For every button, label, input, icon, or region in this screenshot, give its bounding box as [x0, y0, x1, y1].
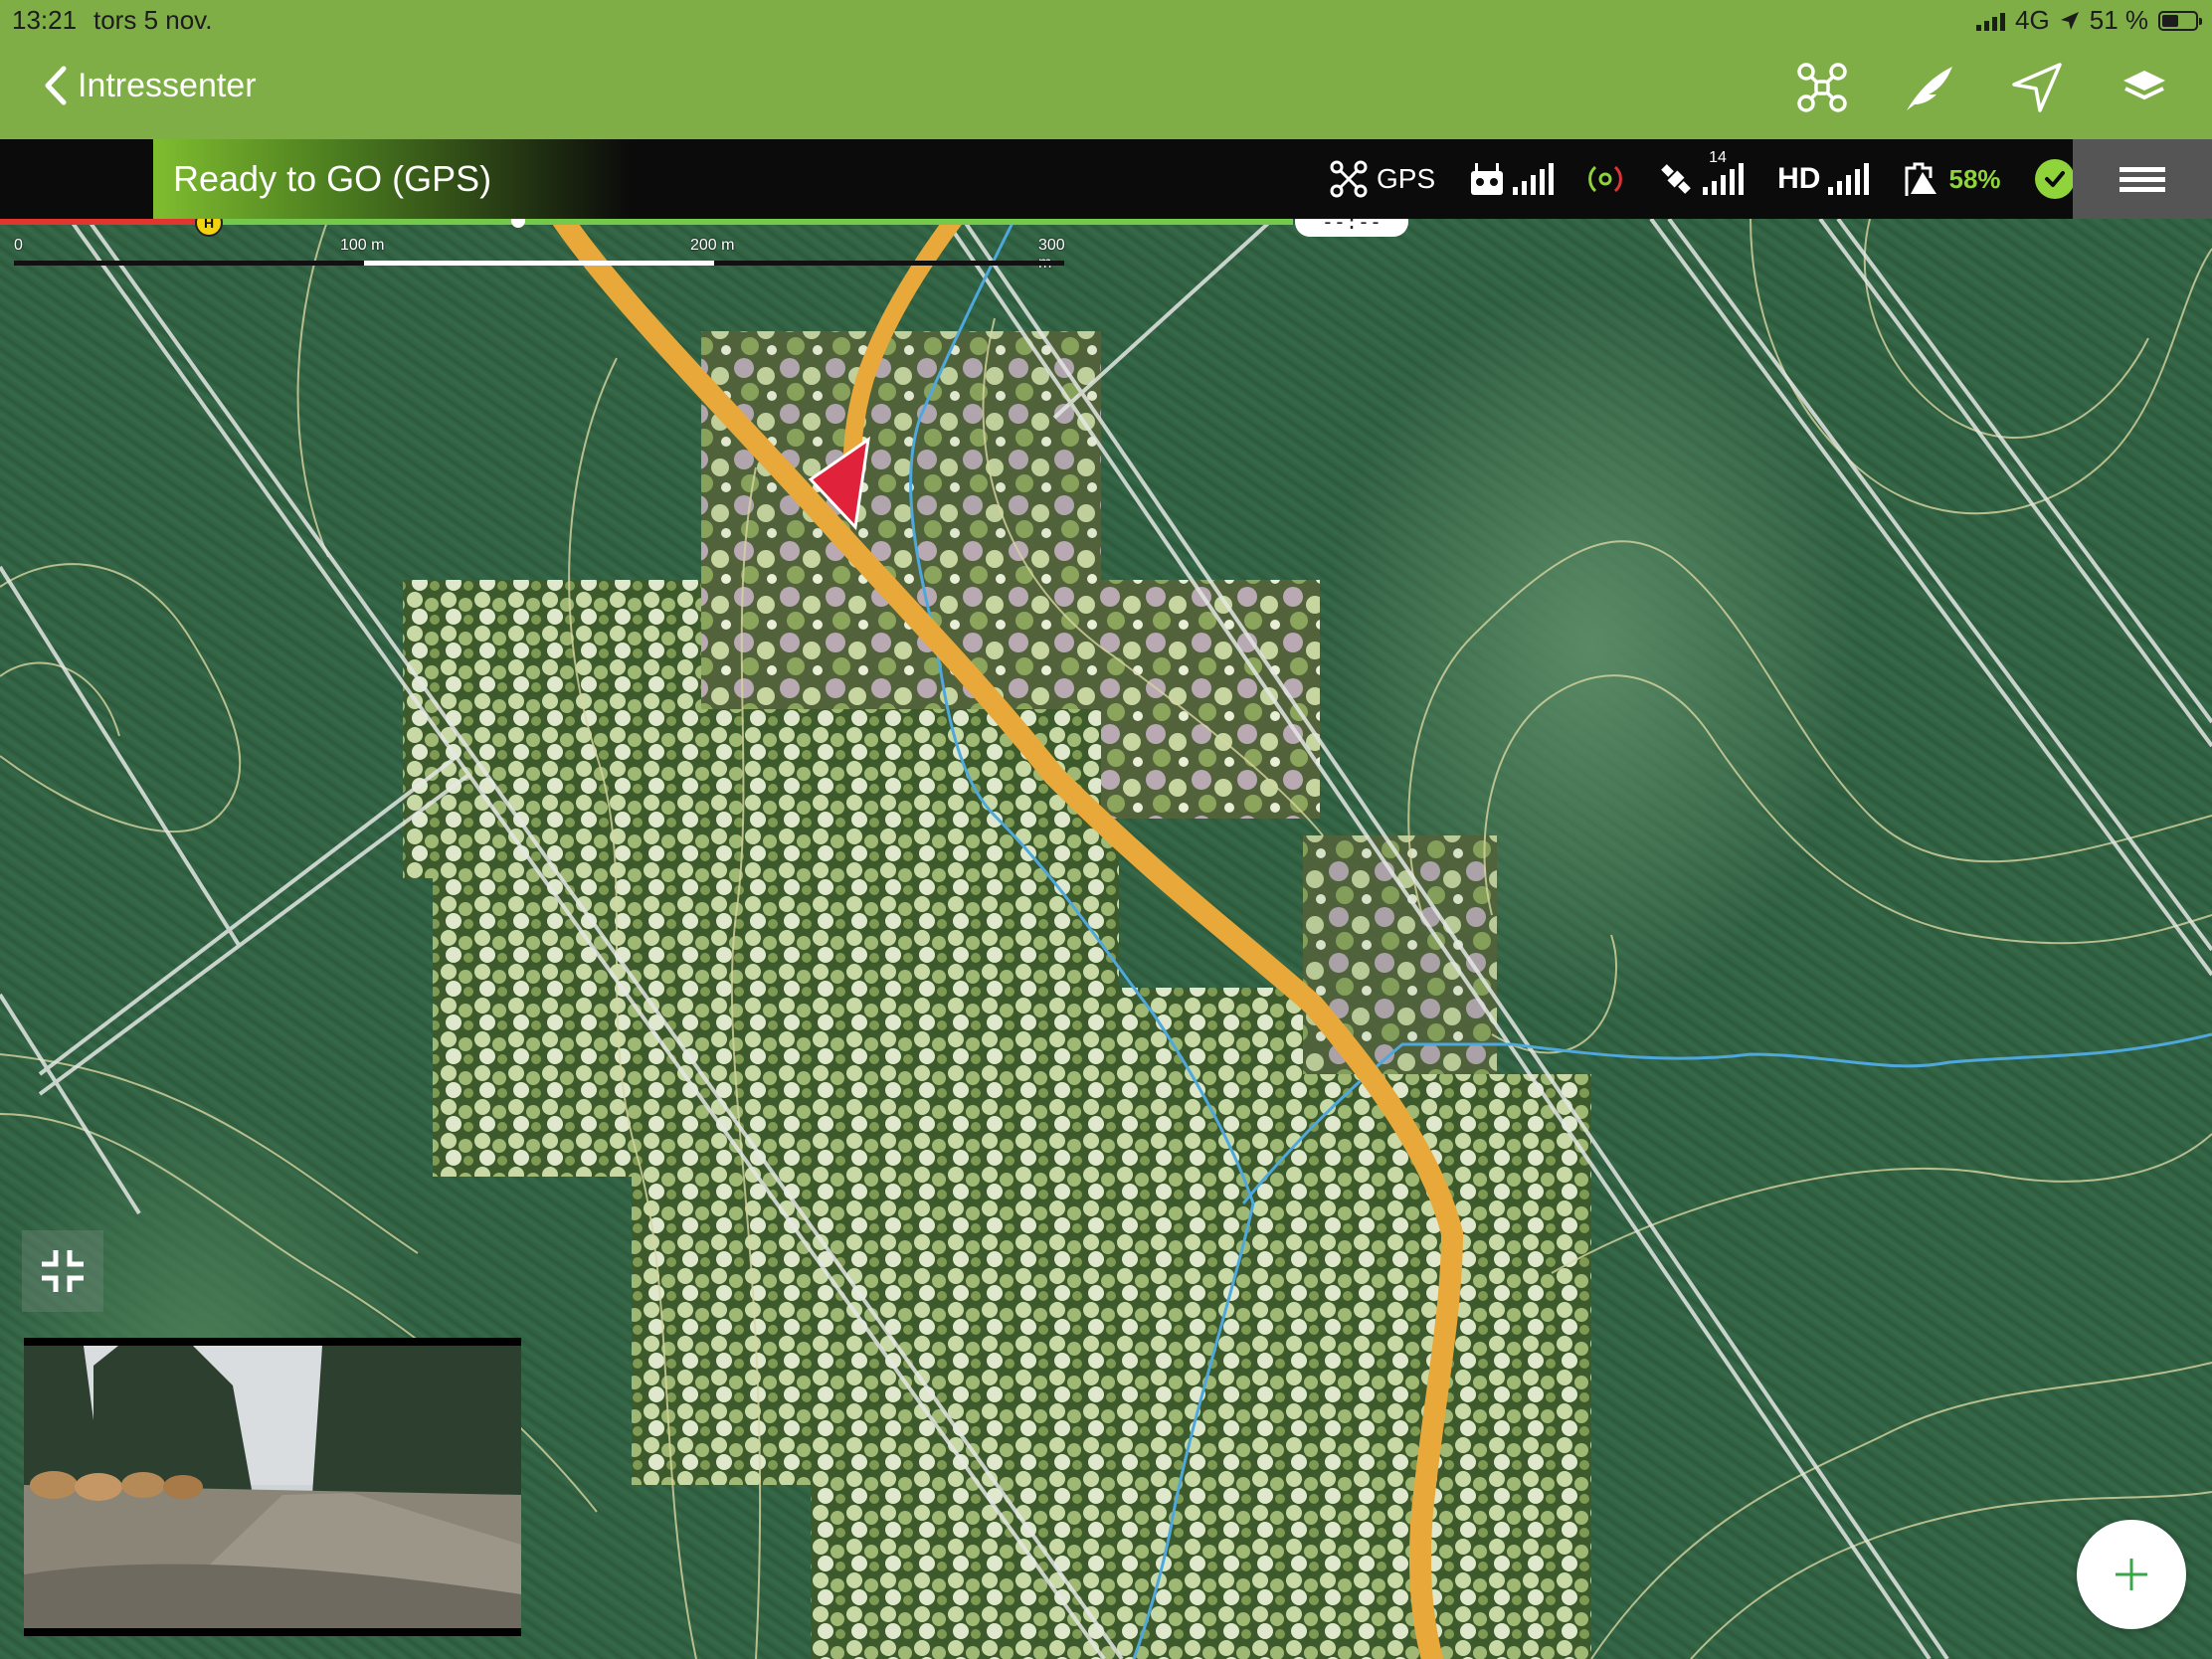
- aircraft-battery[interactable]: 58%: [1903, 160, 2001, 198]
- flight-mode[interactable]: GPS: [1329, 159, 1435, 199]
- camera-feed-thumbnail[interactable]: [24, 1338, 521, 1636]
- obstacle-sensor[interactable]: [1587, 161, 1623, 197]
- hamburger-icon: [2120, 162, 2165, 197]
- aircraft-icon: [1330, 160, 1368, 198]
- collapse-icon: [42, 1250, 84, 1292]
- battery-icon: [2158, 10, 2202, 31]
- signal-bars-icon: [1703, 163, 1745, 195]
- scale-label-100: 100 m: [340, 237, 385, 254]
- battery-percent: 58%: [1948, 163, 2001, 194]
- status-ok-icon[interactable]: [2034, 159, 2075, 199]
- network-type: 4G: [2015, 5, 2050, 35]
- layers-icon[interactable]: [2117, 60, 2172, 115]
- scale-segment: [714, 261, 1064, 266]
- add-button[interactable]: [2077, 1520, 2186, 1629]
- back-button[interactable]: Intressenter: [44, 66, 257, 105]
- camera-image: [24, 1346, 521, 1628]
- map-view[interactable]: H --:-- 0 100 m 200 m 300 m: [0, 219, 2212, 1659]
- flight-status[interactable]: Ready to GO (GPS): [153, 139, 631, 219]
- status-bar: 13:21 tors 5 nov. 4G 51 %: [0, 0, 2212, 40]
- flight-icon[interactable]: [1902, 60, 1957, 115]
- progress-elapsed: [0, 219, 207, 225]
- drone-icon[interactable]: [1794, 60, 1850, 115]
- scale-label-300: 300 m: [1038, 237, 1065, 272]
- remote-controller-icon: [1471, 163, 1504, 195]
- back-label: Intressenter: [78, 66, 257, 104]
- satellite-icon: [1661, 164, 1691, 194]
- vision-sensor-icon: [1588, 165, 1622, 193]
- battery-percent: 51 %: [2089, 5, 2148, 35]
- remaining-time: --:--: [1295, 219, 1408, 237]
- satellite-count[interactable]: 14: [1657, 149, 1745, 198]
- video-link-signal[interactable]: HD: [1777, 162, 1870, 196]
- plus-icon: [2116, 1559, 2147, 1590]
- scale-label-0: 0: [14, 237, 23, 254]
- navigation-bar: Intressenter: [0, 40, 2212, 139]
- cellular-signal-icon: [1976, 11, 2006, 31]
- remote-controller-signal[interactable]: [1469, 161, 1555, 197]
- location-arrow-icon[interactable]: [2009, 60, 2065, 115]
- video-link-label: HD: [1777, 162, 1821, 195]
- aerial-photo-mosaic: [403, 331, 1591, 1659]
- scale-segment: [364, 261, 714, 266]
- scale-bar: 0 100 m 200 m 300 m: [14, 237, 1068, 276]
- satellite-number: 14: [1709, 149, 1727, 166]
- battery-icon: [1905, 162, 1937, 196]
- flight-mode-label: GPS: [1377, 163, 1436, 194]
- location-services-icon: [2060, 11, 2079, 30]
- signal-bars-icon: [1513, 163, 1555, 195]
- telemetry-bar: Ready to GO (GPS) GPS 14 HD 58%: [0, 139, 2212, 219]
- menu-button[interactable]: [2073, 139, 2212, 219]
- scale-label-200: 200 m: [690, 237, 735, 254]
- date: tors 5 nov.: [93, 5, 213, 35]
- chevron-left-icon: [45, 66, 67, 105]
- signal-bars-icon: [1828, 163, 1870, 195]
- clock: 13:21: [12, 5, 78, 35]
- fullscreen-toggle-button[interactable]: [22, 1230, 103, 1312]
- scale-segment: [14, 261, 364, 266]
